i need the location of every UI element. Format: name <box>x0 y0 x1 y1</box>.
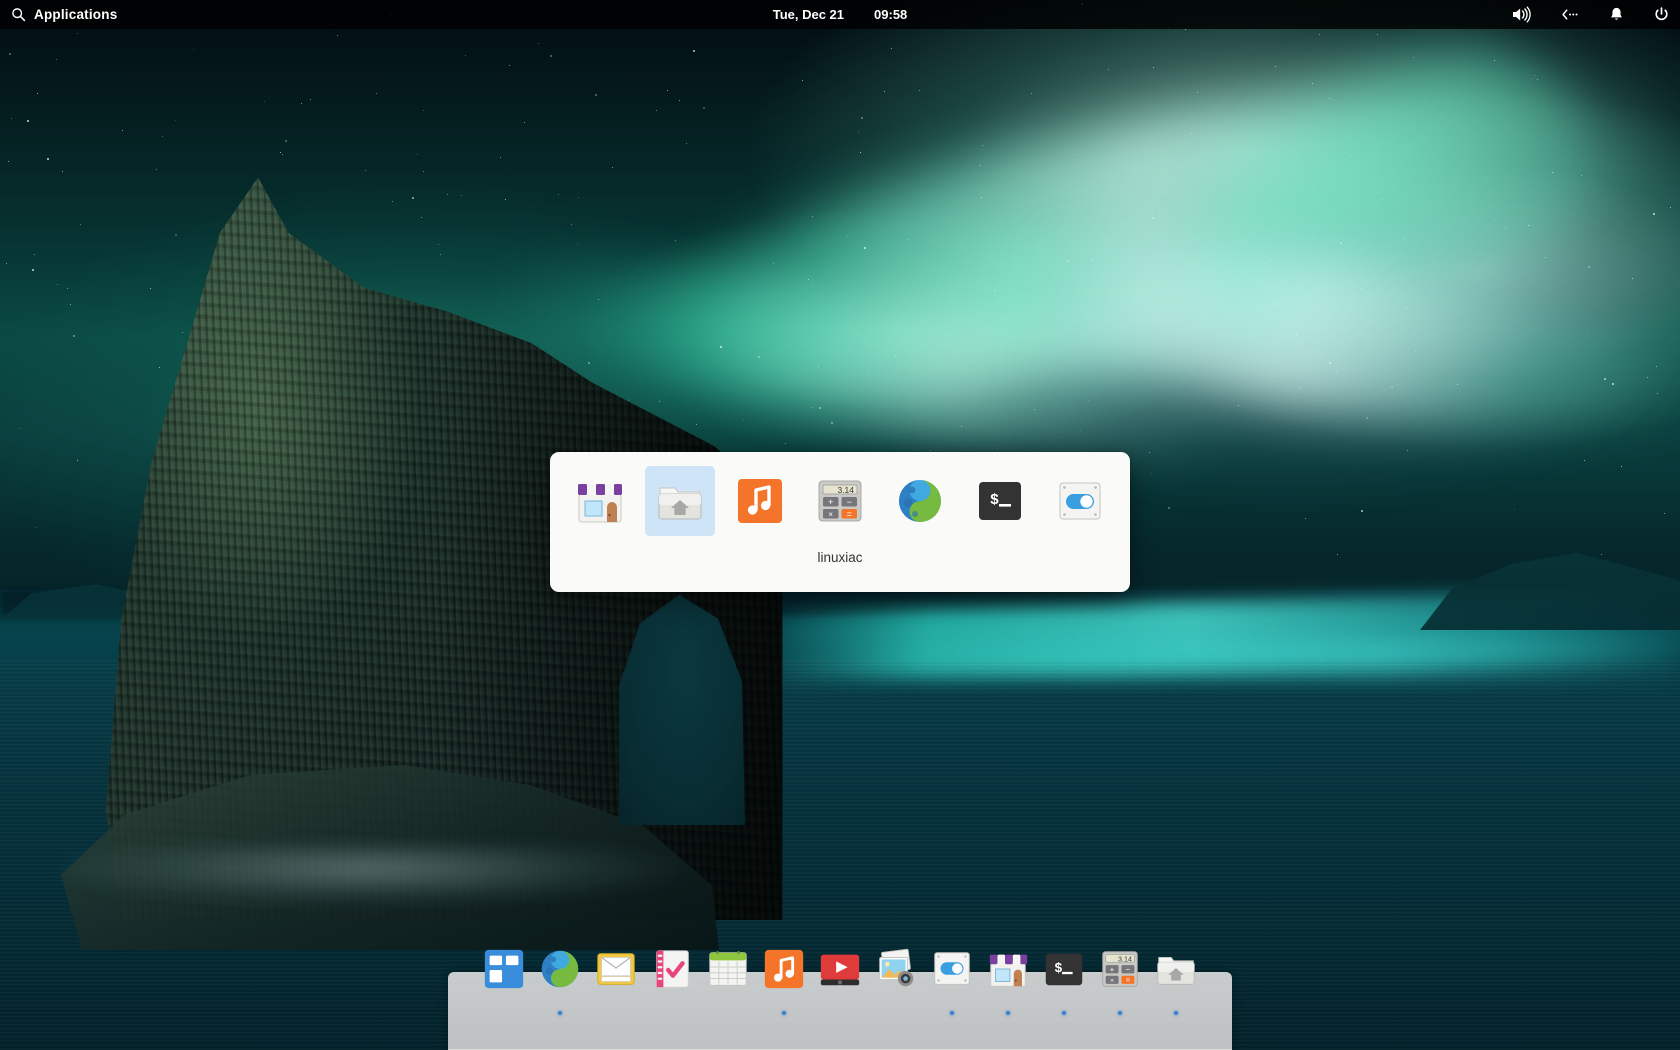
window-switcher-items: 3.14 + − × = $ <box>565 466 1115 536</box>
dock-running-indicator <box>1118 1011 1122 1015</box>
switcher-item-system-settings[interactable] <box>1045 466 1115 536</box>
dock-running-indicator <box>1174 1011 1178 1015</box>
dock-item-music[interactable] <box>760 946 808 1016</box>
switcher-item-files[interactable] <box>645 466 715 536</box>
svg-text:$: $ <box>1054 962 1062 977</box>
applications-menu-label: Applications <box>34 7 118 22</box>
dock-item-tasks[interactable] <box>648 946 696 1016</box>
dock-item-videos[interactable] <box>816 946 864 1016</box>
switcher-item-terminal[interactable]: $ <box>965 466 1035 536</box>
dock-item-terminal[interactable]: $ <box>1040 946 1088 1016</box>
dock-running-indicator <box>1062 1011 1066 1015</box>
dock-running-indicator <box>950 1011 954 1015</box>
power-icon[interactable] <box>1653 6 1670 23</box>
switcher-item-web-browser[interactable] <box>885 466 955 536</box>
panel-indicators <box>1511 0 1670 29</box>
dock: $ 3.14 + − × = <box>448 948 1232 1050</box>
switcher-item-calculator[interactable]: 3.14 + − × = <box>805 466 875 536</box>
svg-text:×: × <box>1110 977 1114 984</box>
dock-item-calculator[interactable]: 3.14 + − × = <box>1096 946 1144 1016</box>
dock-item-mail[interactable] <box>592 946 640 1016</box>
notifications-icon[interactable] <box>1608 6 1625 23</box>
applications-menu-button[interactable]: Applications <box>0 7 117 22</box>
dock-item-applications[interactable] <box>480 946 528 1016</box>
dock-running-indicator <box>782 1011 786 1015</box>
dock-item-appcenter[interactable] <box>984 946 1032 1016</box>
svg-text:3.14: 3.14 <box>1118 955 1132 963</box>
sea-foam <box>60 845 680 905</box>
svg-text:−: − <box>847 497 852 507</box>
svg-text:+: + <box>1110 965 1115 974</box>
svg-text:×: × <box>828 510 833 519</box>
dock-item-web-browser[interactable] <box>536 946 584 1016</box>
dock-items: $ 3.14 + − × = <box>480 946 1200 1016</box>
dock-running-indicator <box>1006 1011 1010 1015</box>
search-icon <box>11 7 26 22</box>
dock-item-system-settings[interactable] <box>928 946 976 1016</box>
switcher-item-appcenter[interactable] <box>565 466 635 536</box>
panel-datetime[interactable]: Tue, Dec 21 09:58 <box>773 0 908 29</box>
sound-icon[interactable] <box>1511 6 1532 23</box>
svg-text:3.14: 3.14 <box>837 485 854 495</box>
dock-item-calendar[interactable] <box>704 946 752 1016</box>
dock-running-indicator <box>558 1011 562 1015</box>
svg-text:+: + <box>828 497 833 507</box>
svg-text:$: $ <box>990 492 999 509</box>
panel-time: 09:58 <box>874 7 908 22</box>
svg-text:=: = <box>847 509 852 519</box>
dock-item-files[interactable] <box>1152 946 1200 1016</box>
svg-text:=: = <box>1126 975 1131 984</box>
panel-date: Tue, Dec 21 <box>772 7 845 22</box>
dock-item-photos[interactable] <box>872 946 920 1016</box>
window-switcher-title: linuxiac <box>817 550 863 565</box>
network-icon[interactable] <box>1560 7 1580 22</box>
svg-text:−: − <box>1126 965 1131 974</box>
top-panel: Applications Tue, Dec 21 09:58 <box>0 0 1680 29</box>
window-switcher-popup: 3.14 + − × = $ linuxiac <box>550 452 1130 592</box>
switcher-item-music[interactable] <box>725 466 795 536</box>
